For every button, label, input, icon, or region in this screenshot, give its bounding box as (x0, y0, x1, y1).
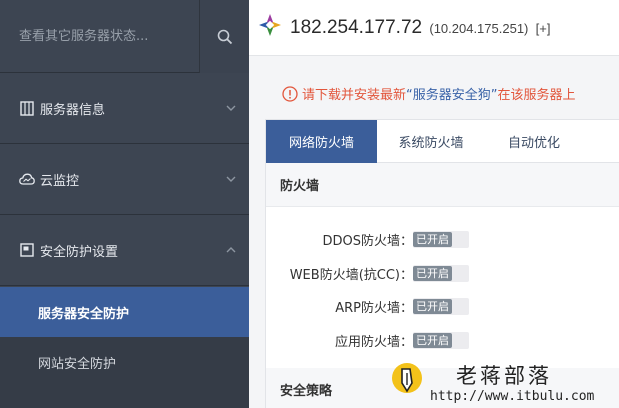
expand-toggle[interactable]: [+] (536, 21, 551, 36)
firewall-label: DDOS防火墙： (322, 233, 413, 249)
shield-panel-icon (19, 242, 35, 258)
chevron-down-icon (226, 176, 236, 182)
firewall-label: 应用防火墙： (334, 334, 413, 350)
firewall-row-arp: ARP防火墙： 已开启 (266, 295, 619, 317)
ddos-firewall-toggle[interactable]: 已开启 (413, 230, 469, 248)
centos-logo-icon (259, 14, 281, 36)
notice-text: 请下载并安装最新 (302, 88, 407, 103)
web-firewall-toggle[interactable]: 已开启 (413, 264, 469, 282)
firewall-row-app: 应用防火墙： 已开启 (266, 329, 619, 351)
submenu-item-server-protection[interactable]: 服务器安全防护 (0, 287, 249, 337)
server-icon (19, 100, 35, 116)
firewall-row-web: WEB防火墙(抗CC)： 已开启 (266, 262, 619, 284)
server-search-input[interactable] (0, 0, 199, 73)
submenu-item-website-protection[interactable]: 网站安全防护 (0, 337, 249, 387)
chevron-down-icon (226, 105, 236, 111)
submenu-item-label: 网站安全防护 (38, 356, 117, 372)
sidebar-filler (0, 387, 249, 408)
server-header: 182.254.177.72 (10.204.175.251) [+] (249, 0, 619, 56)
tab-network-firewall[interactable]: 网络防火墙 (266, 120, 377, 163)
arp-firewall-toggle[interactable]: 已开启 (413, 297, 469, 315)
server-search (0, 0, 249, 73)
section-title-text: 防火墙 (280, 179, 320, 194)
search-button[interactable] (199, 0, 249, 73)
main-content: 182.254.177.72 (10.204.175.251) [+] 请下载并… (249, 0, 619, 408)
app-firewall-toggle[interactable]: 已开启 (413, 331, 469, 349)
firewall-label: WEB防火墙(抗CC)： (289, 267, 413, 283)
menu-item-server-info[interactable]: 服务器信息 (0, 73, 249, 144)
menu-item-cloud-monitor[interactable]: 云监控 (0, 144, 249, 215)
safedog-link[interactable]: “服务器安全狗” (406, 88, 497, 103)
chevron-up-icon (226, 247, 236, 253)
firewall-row-ddos: DDOS防火墙： 已开启 (266, 228, 619, 250)
sidebar: 服务器信息 云监控 安全防护设置 服务器安全防护 网站安全防护 (0, 0, 249, 408)
toggle-status: 已开启 (413, 231, 452, 247)
menu-item-label: 云监控 (40, 173, 80, 189)
cloud-icon (19, 171, 35, 187)
tab-label: 网络防火墙 (288, 136, 354, 151)
menu-item-security-settings[interactable]: 安全防护设置 (0, 215, 249, 286)
watermark-url: http://www.itbulu.com (430, 389, 595, 404)
install-notice: 请下载并安装最新“服务器安全狗”在该服务器上 (282, 84, 619, 103)
tab-label: 系统防火墙 (398, 136, 464, 151)
menu-item-label: 服务器信息 (40, 102, 106, 118)
server-ip: 182.254.177.72 (10.204.175.251) [+] (290, 17, 551, 39)
toggle-status: 已开启 (413, 265, 452, 281)
toggle-status: 已开启 (413, 332, 452, 348)
firewall-label: ARP防火墙： (335, 300, 413, 316)
tab-auto-optimize[interactable]: 自动优化 (485, 120, 583, 163)
tab-system-firewall[interactable]: 系统防火墙 (377, 120, 485, 163)
warning-icon (282, 86, 298, 102)
public-ip: 182.254.177.72 (290, 17, 423, 38)
submenu-item-label: 服务器安全防护 (38, 306, 130, 322)
toggle-status: 已开启 (413, 298, 452, 314)
private-ip: (10.204.175.251) (429, 21, 529, 36)
search-icon (217, 29, 232, 44)
firewall-section-title: 防火墙 (266, 163, 619, 207)
watermark: 老蒋部落 http://www.itbulu.com (390, 355, 619, 408)
section-title-text: 安全策略 (280, 384, 333, 399)
tab-label: 自动优化 (507, 136, 560, 151)
menu-item-label: 安全防护设置 (40, 244, 119, 260)
tab-bar: 网络防火墙 系统防火墙 自动优化 (266, 120, 619, 163)
watermark-title: 老蒋部落 (456, 364, 552, 388)
notice-suffix: 在该服务器上 (497, 88, 576, 103)
pen-logo-icon (392, 363, 422, 393)
